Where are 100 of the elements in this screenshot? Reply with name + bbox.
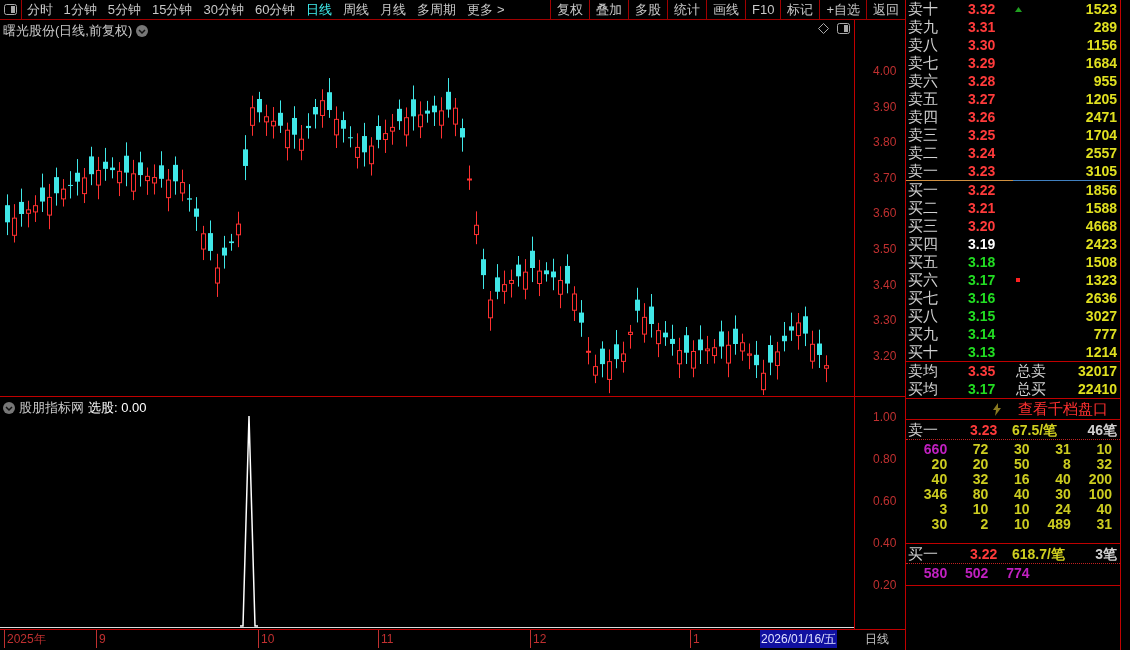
level-price: 3.14	[968, 325, 997, 343]
level-price: 3.17	[968, 271, 997, 289]
date-tick: 11	[378, 630, 394, 648]
queue-volume: 774	[1005, 566, 1030, 581]
summary-label: 卖均	[908, 362, 939, 380]
queue-volume: 24	[1054, 502, 1071, 517]
level-volume: 3105	[1084, 162, 1117, 180]
level-label: 卖六	[908, 72, 939, 90]
price-tick: 3.40	[873, 276, 897, 294]
date-tick: 12	[530, 630, 547, 648]
toolbar-button[interactable]: +自选	[819, 0, 866, 19]
indicator-tick: 0.40	[873, 535, 897, 552]
chart-title: 曙光股份(日线,前复权)	[3, 22, 133, 40]
level-price: 3.16	[968, 289, 997, 307]
price-tick: 3.70	[873, 169, 897, 187]
level-volume: 1856	[1084, 181, 1117, 199]
queue-volume: 72	[971, 442, 989, 457]
level-label: 买十	[908, 343, 939, 361]
order-count: 3笔	[1095, 544, 1117, 563]
level-label: 卖三	[908, 126, 939, 144]
level-volume: 1156	[1085, 36, 1117, 54]
panel-icon	[3, 4, 17, 15]
period-tab[interactable]: 多周期	[417, 0, 457, 19]
level-price: 3.26	[968, 108, 997, 126]
total-volume: 22410	[1077, 380, 1117, 398]
price-tick: 3.50	[873, 241, 897, 258]
level-label: 买四	[908, 235, 939, 253]
level-label: 卖五	[908, 90, 939, 108]
period-tab[interactable]: 月线	[380, 0, 407, 19]
level-price: 3.22	[968, 181, 997, 199]
period-tab[interactable]: 60分钟	[254, 0, 296, 19]
queue-volume: 40	[1095, 502, 1112, 517]
chevron-down-icon[interactable]	[3, 401, 15, 414]
level-volume: 289	[1092, 18, 1117, 36]
queue-volume: 489	[1046, 517, 1071, 532]
period-tab[interactable]: 分时	[26, 0, 53, 19]
toolbar-button[interactable]: F10	[745, 0, 781, 19]
indicator-tick: 0.60	[873, 493, 897, 510]
date-tick: 1	[690, 630, 700, 648]
level-price: 3.18	[968, 253, 997, 271]
queue-volume: 8	[1062, 457, 1071, 472]
toolbar-button[interactable]: 多股	[628, 0, 667, 19]
level-volume: 955	[1092, 72, 1117, 90]
period-tab[interactable]: 1分钟	[63, 0, 97, 19]
period-tab[interactable]: 15分钟	[151, 0, 193, 19]
level-label: 卖一	[908, 162, 939, 180]
queue-volume: 40	[1054, 472, 1071, 487]
summary-price: 3.17	[968, 380, 997, 398]
toolbar-button[interactable]: 标记	[780, 0, 820, 19]
level-volume: 1508	[1084, 253, 1117, 271]
queue-volume: 660	[922, 442, 948, 457]
level-label: 买五	[908, 253, 939, 271]
level-price: 3.30	[968, 36, 997, 54]
level-volume: 1704	[1084, 126, 1117, 144]
queue-volume: 40	[1013, 487, 1030, 502]
period-tab[interactable]: 5分钟	[107, 0, 141, 19]
price-tick: 3.30	[873, 312, 897, 330]
level-price: 3.23	[968, 162, 997, 180]
order-count: 46笔	[1087, 420, 1117, 439]
level-volume: 1205	[1084, 90, 1117, 108]
queue-price: 3.23	[970, 420, 999, 439]
diamond-icon[interactable]	[818, 23, 829, 34]
level-volume: 2423	[1084, 235, 1117, 253]
price-tick: 3.90	[873, 98, 897, 116]
level-volume: 1684	[1084, 54, 1117, 72]
queue-label: 卖一	[908, 420, 939, 439]
period-tab[interactable]: 日线	[306, 0, 333, 19]
queue-volume: 30	[1054, 487, 1071, 502]
chevron-down-icon[interactable]	[136, 24, 149, 37]
queue-volume: 32	[971, 472, 989, 487]
queue-volume: 80	[971, 487, 989, 502]
period-tab[interactable]: 周线	[343, 0, 370, 19]
toolbar-button[interactable]: 统计	[667, 0, 706, 19]
level-label: 买一	[908, 181, 939, 199]
period-tab[interactable]: 更多 >	[467, 0, 505, 19]
level-volume: 4668	[1084, 217, 1117, 235]
total-volume: 32017	[1077, 362, 1117, 380]
toolbar-button[interactable]: 叠加	[589, 0, 628, 19]
level-price: 3.29	[968, 54, 997, 72]
queue-label: 买一	[908, 544, 939, 563]
queue-volume: 20	[971, 457, 989, 472]
panel-icon[interactable]	[837, 23, 850, 34]
toolbar-button[interactable]: 返回	[866, 0, 905, 19]
level-price: 3.31	[968, 18, 997, 36]
queue-volume: 32	[1095, 457, 1112, 472]
queue-volume: 10	[1013, 502, 1030, 517]
queue-volume: 40	[930, 472, 948, 487]
toolbar-button[interactable]: 画线	[706, 0, 745, 19]
toolbar-button[interactable]: 复权	[550, 0, 589, 19]
date-tick: 2025年	[4, 630, 46, 648]
queue-volume: 30	[930, 517, 948, 532]
queue-volume: 346	[922, 487, 948, 502]
period-tab[interactable]: 30分钟	[203, 0, 244, 19]
current-date: 2026/01/16/五	[760, 630, 838, 648]
level-volume: 2636	[1084, 289, 1117, 307]
level-label: 买九	[908, 325, 939, 343]
queue-price: 3.22	[970, 544, 999, 563]
level-price: 3.20	[968, 217, 997, 235]
depth-link[interactable]: 查看千档盘口	[1018, 400, 1108, 418]
level-label: 买八	[908, 307, 939, 325]
